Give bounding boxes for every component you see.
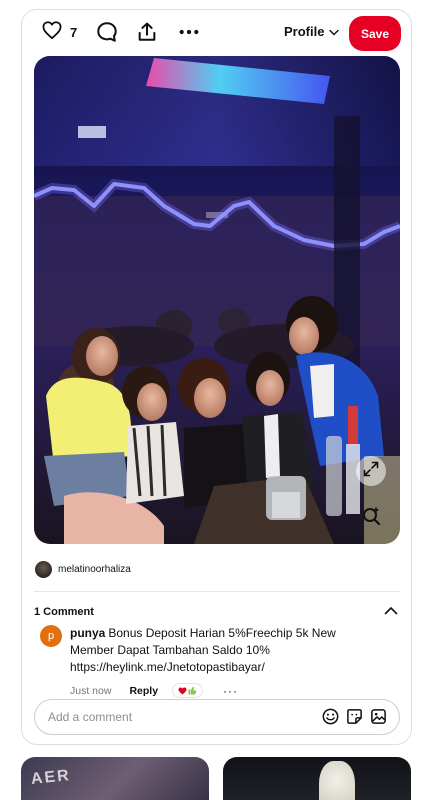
comment-body: punya Bonus Deposit Harian 5%Freechip 5k … <box>70 625 375 676</box>
like-button[interactable]: 7 <box>42 21 77 44</box>
add-comment-field[interactable] <box>34 699 400 735</box>
chevron-down-icon <box>329 24 340 39</box>
save-button[interactable]: Save <box>349 16 401 51</box>
comment-text: Bonus Deposit Harian 5%Freechip 5k New M… <box>70 626 336 657</box>
visual-search-button[interactable] <box>356 503 386 533</box>
reaction-button[interactable] <box>172 683 204 698</box>
lens-search-icon <box>361 506 381 531</box>
pin-image[interactable] <box>34 56 400 544</box>
comments-count-title: 1 Comment <box>34 606 94 618</box>
owl-image <box>319 761 355 800</box>
expand-button[interactable] <box>356 456 386 486</box>
commenter-avatar[interactable]: p <box>40 625 62 647</box>
sticker-icon[interactable] <box>346 708 363 725</box>
emoji-icon[interactable] <box>322 708 339 725</box>
comments-header[interactable]: 1 Comment <box>34 602 400 618</box>
divider <box>34 591 400 592</box>
feed-pin-thumbnail[interactable]: AER <box>21 757 209 800</box>
commenter-name[interactable]: punya <box>70 626 105 640</box>
comment-bubble-icon <box>96 21 118 48</box>
comment-input[interactable] <box>48 710 288 724</box>
image-icon[interactable] <box>370 708 387 725</box>
comment-meta: Just now Reply ··· <box>70 683 238 698</box>
comment-button[interactable] <box>96 21 118 48</box>
comment-input-actions <box>322 708 387 725</box>
chevron-up-icon[interactable] <box>384 602 398 620</box>
comment-more-button[interactable]: ··· <box>223 684 238 698</box>
profile-label: Profile <box>284 24 325 39</box>
heart-icon <box>42 21 62 44</box>
more-dots-icon <box>178 21 200 48</box>
club-photo <box>34 56 400 544</box>
expand-icon <box>363 461 379 482</box>
profile-dropdown[interactable]: Profile <box>284 24 340 39</box>
author-name[interactable]: melatinoorhaliza <box>58 564 131 575</box>
thumbs-up-reaction-icon <box>188 686 197 695</box>
share-upload-icon <box>136 21 158 48</box>
pin-card: 7 Profile Save melatinoorhaliza 1 Commen… <box>21 9 412 745</box>
thumbnail-text: AER <box>30 766 72 789</box>
avatar[interactable] <box>35 561 52 578</box>
pin-author[interactable]: melatinoorhaliza <box>35 561 131 578</box>
comment-timestamp: Just now <box>70 684 112 697</box>
comment-link[interactable]: https://heylink.me/Jnetotopastibayar/ <box>70 659 375 676</box>
more-options-button[interactable] <box>178 21 200 48</box>
feed-pin-thumbnail[interactable] <box>223 757 411 800</box>
reply-button[interactable]: Reply <box>129 685 158 697</box>
like-count: 7 <box>70 25 78 40</box>
share-button[interactable] <box>136 21 158 48</box>
pin-toolbar: 7 Profile Save <box>22 10 411 56</box>
heart-reaction-icon <box>178 686 187 695</box>
